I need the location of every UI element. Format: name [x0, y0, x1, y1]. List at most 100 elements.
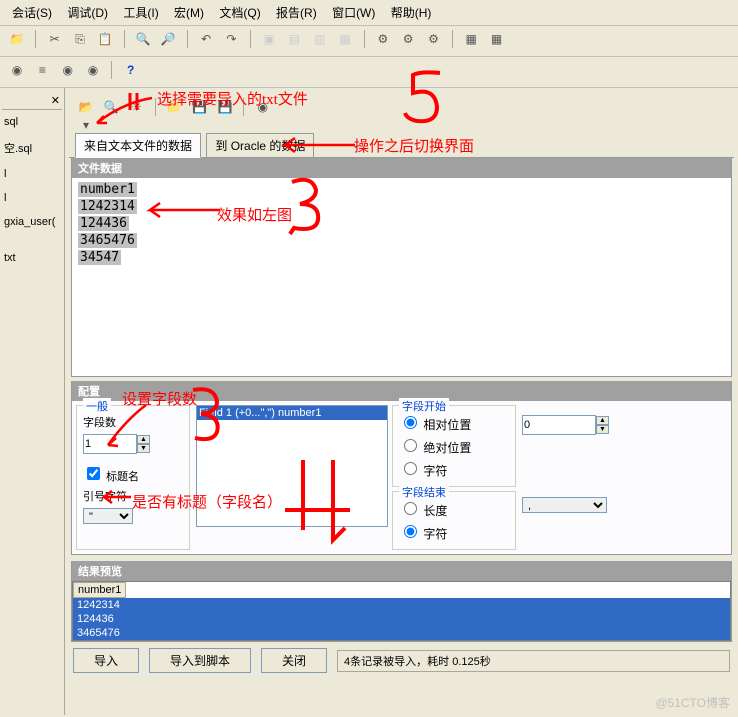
field-list-item[interactable]: Field 1 (+0...",") number1 [197, 406, 387, 420]
value-group: ▲▼ , [522, 405, 662, 550]
close-button[interactable]: 关闭 [261, 648, 327, 673]
tool-icon[interactable]: ⚙ [425, 30, 443, 48]
menu-window[interactable]: 窗口(W) [326, 2, 381, 23]
tool-icon[interactable]: ▦ [488, 30, 506, 48]
import-script-button[interactable]: 导入到脚本 [149, 648, 251, 673]
save-icon[interactable]: 💾 [191, 98, 209, 116]
tool-icon[interactable]: ▦ [336, 30, 354, 48]
field-listbox[interactable]: Field 1 (+0...",") number1 [196, 405, 388, 527]
menu-help[interactable]: 帮助(H) [385, 2, 438, 23]
spin-down[interactable]: ▼ [137, 444, 150, 453]
view-icon[interactable]: 🔍 [102, 98, 120, 116]
menu-report[interactable]: 报告(R) [270, 2, 323, 23]
end-char-select[interactable]: , [522, 497, 607, 513]
db3-icon[interactable]: ◉ [84, 61, 102, 79]
menu-debug[interactable]: 调试(D) [61, 2, 114, 23]
menu-tools[interactable]: 工具(I) [117, 2, 164, 23]
db-icon[interactable]: ◉ [8, 61, 26, 79]
tool-icon[interactable]: ⚙ [374, 30, 392, 48]
field-start-group: 字段开始 相对位置 绝对位置 字符 [392, 405, 516, 487]
general-legend: 一般 [83, 398, 111, 414]
file-line: 124436 [78, 216, 129, 231]
field-start-legend: 字段开始 [399, 398, 449, 414]
quote-char-select[interactable]: " [83, 508, 133, 524]
grid-row[interactable]: 1242314 [73, 598, 730, 612]
sidebar-item[interactable]: gxia_user( [2, 210, 62, 234]
open-file-icon[interactable]: 📂▾ [77, 98, 95, 116]
sidebar-item[interactable] [2, 234, 62, 246]
field-end-group: 字段结束 长度 字符 [392, 491, 516, 550]
tool-icon[interactable]: ▣ [260, 30, 278, 48]
spin-up[interactable]: ▲ [596, 416, 609, 425]
sql-icon[interactable]: ≡ [33, 61, 51, 79]
menu-bar: 会话(S) 调试(D) 工具(I) 宏(M) 文档(Q) 报告(R) 窗口(W)… [0, 0, 738, 26]
replace-icon[interactable]: 🔎 [159, 30, 177, 48]
quote-char-label: 引号字符 [83, 488, 183, 504]
file-data-view[interactable]: number1 1242314 124436 3465476 34547 [72, 178, 731, 376]
start-value-input[interactable] [522, 415, 596, 435]
field-list-group: Field 1 (+0...",") number1 [196, 405, 386, 550]
result-grid[interactable]: number1 1242314 124436 3465476 [72, 581, 731, 641]
sidebar-item[interactable]: l [2, 186, 62, 210]
tool-icon[interactable]: ▥ [311, 30, 329, 48]
spin-down[interactable]: ▼ [596, 425, 609, 434]
cut-icon[interactable]: ✂ [46, 30, 64, 48]
help-icon[interactable]: ? [122, 61, 140, 79]
file-line: 34547 [78, 250, 121, 265]
light-icon[interactable]: ☀ [128, 98, 146, 116]
file-line: 1242314 [78, 199, 137, 214]
menu-docs[interactable]: 文档(Q) [213, 2, 266, 23]
grid-row[interactable]: 3465476 [73, 626, 730, 640]
watermark: @51CTO博客 [655, 694, 730, 711]
length-label: 长度 [423, 504, 447, 518]
abspos-radio[interactable] [404, 439, 417, 452]
open-icon[interactable]: 📁 [8, 30, 26, 48]
grid-col-header[interactable]: number1 [73, 582, 126, 598]
folder-icon[interactable]: 📁 [165, 98, 183, 116]
grid-row[interactable]: 124436 [73, 612, 730, 626]
close-icon[interactable]: ✕ [51, 95, 60, 107]
length-radio[interactable] [404, 502, 417, 515]
secondary-toolbar: ◉ ≡ ◉ ◉ ? [0, 57, 738, 88]
title-checkbox[interactable] [87, 467, 100, 480]
import-button[interactable]: 导入 [73, 648, 139, 673]
tool-icon[interactable]: ⚙ [399, 30, 417, 48]
copy-icon[interactable]: ⎘ [71, 30, 89, 48]
file-line: number1 [78, 182, 137, 197]
bottom-bar: 导入 导入到脚本 关闭 4条记录被导入，耗时 0.125秒 [69, 644, 734, 677]
import-toolbar: 📂▾ 🔍 ☀ 📁 💾 💾 ◉ [69, 92, 734, 128]
undo-icon[interactable]: ↶ [197, 30, 215, 48]
relpos-label: 相对位置 [423, 418, 471, 432]
menu-macro[interactable]: 宏(M) [168, 2, 210, 23]
tool-icon[interactable]: ▦ [462, 30, 480, 48]
sidebar-item[interactable]: sql [2, 110, 62, 134]
menu-session[interactable]: 会话(S) [6, 2, 58, 23]
db-icon[interactable]: ◉ [254, 98, 272, 116]
sidebar-item[interactable]: txt [2, 246, 62, 270]
file-data-header: 文件数据 [72, 158, 731, 178]
title-label: 标题名 [106, 471, 139, 483]
char2-label: 字符 [423, 527, 447, 541]
sidebar-item[interactable]: 空.sql [2, 134, 62, 162]
status-text: 4条记录被导入，耗时 0.125秒 [337, 650, 730, 672]
field-count-input[interactable] [83, 434, 137, 454]
saveas-icon[interactable]: 💾 [216, 98, 234, 116]
result-preview-header: 结果预览 [72, 561, 731, 581]
sidebar-item[interactable]: l [2, 162, 62, 186]
redo-icon[interactable]: ↷ [222, 30, 240, 48]
relpos-radio[interactable] [404, 416, 417, 429]
paste-icon[interactable]: 📋 [96, 30, 114, 48]
tab-from-text[interactable]: 来自文本文件的数据 [75, 133, 201, 158]
spin-up[interactable]: ▲ [137, 435, 150, 444]
char-label: 字符 [423, 464, 447, 478]
tab-to-oracle[interactable]: 到 Oracle 的数据 [206, 133, 314, 157]
char2-radio[interactable] [404, 525, 417, 538]
char-radio[interactable] [404, 462, 417, 475]
field-count-label: 字段数 [83, 414, 183, 430]
db2-icon[interactable]: ◉ [59, 61, 77, 79]
tab-bar: 来自文本文件的数据 到 Oracle 的数据 [69, 132, 734, 158]
tool-icon[interactable]: ▤ [285, 30, 303, 48]
sidebar: ✕ sql 空.sql l l gxia_user( txt [0, 88, 65, 715]
general-group: 一般 字段数 ▲▼ 标题名 引号字符 " [76, 405, 190, 550]
find-icon[interactable]: 🔍 [134, 30, 152, 48]
